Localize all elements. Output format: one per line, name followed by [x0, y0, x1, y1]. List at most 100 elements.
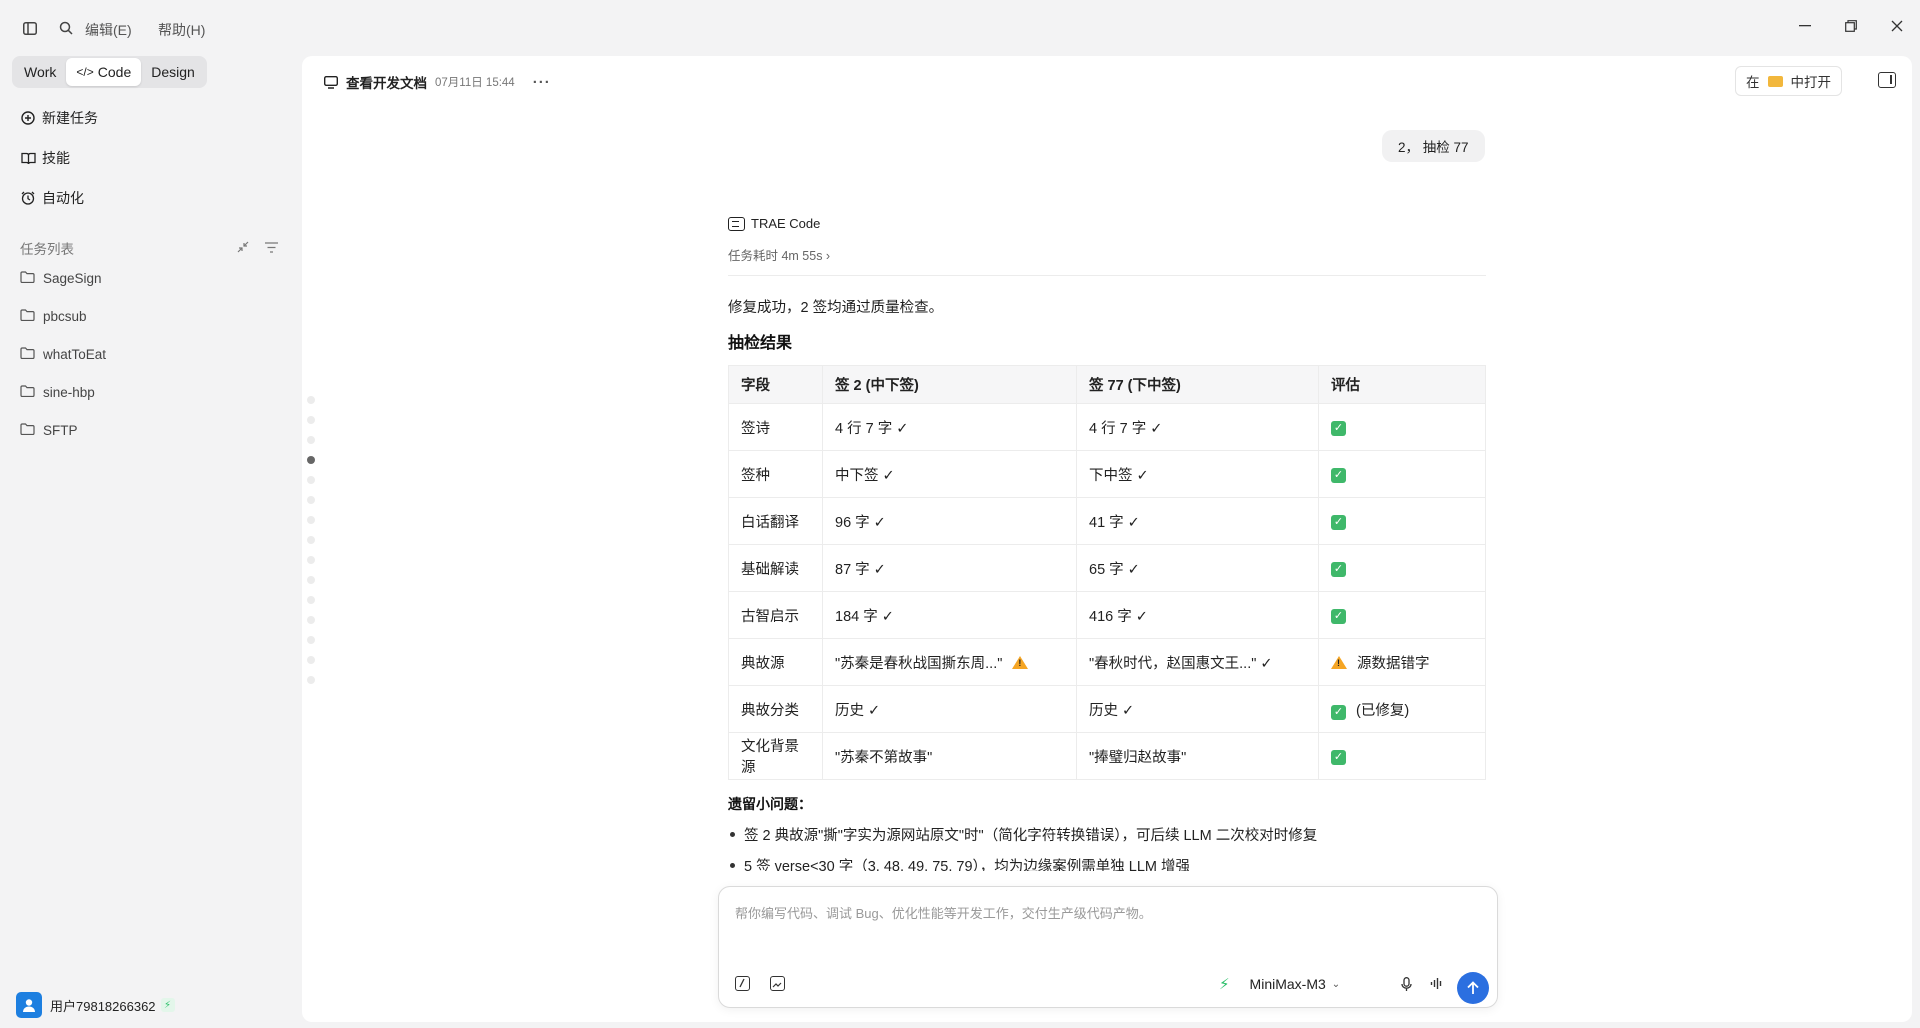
conversation-date: 07月11日 15:44 — [435, 77, 515, 89]
folder-icon — [20, 347, 35, 362]
task-duration[interactable]: 任务耗时 4m 55s › — [728, 245, 1486, 276]
table-row: 典故分类 历史 ✓ 历史 ✓ ✓ (已修复) — [728, 685, 1486, 733]
folder-icon — [20, 309, 35, 324]
column-header: 签 2 (中下签) — [822, 365, 1077, 404]
search-icon[interactable] — [54, 16, 78, 40]
table-header-row: 字段 签 2 (中下签) 签 77 (下中签) 评估 — [728, 365, 1486, 404]
skills-button[interactable]: 技能 — [20, 148, 70, 168]
check-icon: ✓ — [1331, 608, 1346, 624]
nav-dot[interactable] — [307, 436, 315, 444]
model-selector[interactable]: ⚡ MiniMax-M3 ⌄ — [1219, 975, 1340, 993]
issues-title: 遗留小问题： — [728, 796, 812, 812]
table-row: 典故源 "苏秦是春秋战国撕东周..." "春秋时代，赵国惠文王..." ✓ 源数… — [728, 638, 1486, 686]
side-panel-toggle-icon[interactable] — [1878, 72, 1896, 88]
folder-item[interactable]: pbcsub — [20, 309, 87, 324]
new-task-label: 新建任务 — [42, 110, 98, 126]
nav-dot[interactable] — [307, 676, 315, 684]
results-table: 字段 签 2 (中下签) 签 77 (下中签) 评估 签诗 4 行 7 字 ✓ … — [728, 365, 1486, 780]
agent-message: TRAE Code 任务耗时 4m 55s › 修复成功，2 签均通过质量检查。… — [728, 216, 1486, 871]
title-bar: 编辑(E) 帮助(H) — [0, 0, 1920, 56]
folder-item[interactable]: whatToEat — [20, 347, 106, 362]
task-list-label: 任务列表 — [20, 242, 74, 257]
nav-dot[interactable] — [307, 416, 315, 424]
model-name: MiniMax-M3 — [1249, 976, 1326, 992]
nav-dot[interactable] — [307, 616, 315, 624]
close-icon[interactable] — [1883, 14, 1911, 38]
cell-sign-2: 4 行 7 字 ✓ — [822, 403, 1077, 451]
folder-item[interactable]: SageSign — [20, 271, 102, 286]
filter-icon[interactable] — [265, 240, 278, 258]
cell-sign-2-text: "苏秦是春秋战国撕东周..." — [835, 655, 1003, 672]
table-row: 白话翻译 96 字 ✓ 41 字 ✓ ✓ — [728, 497, 1486, 545]
folder-label: SFTP — [43, 423, 78, 438]
folder-icon — [20, 385, 35, 400]
restore-icon[interactable] — [1837, 14, 1865, 38]
nav-dot[interactable] — [307, 496, 315, 504]
cell-eval: ✓ — [1318, 497, 1486, 545]
voice-wave-icon[interactable] — [1430, 977, 1443, 993]
cell-field: 白话翻译 — [728, 497, 823, 545]
folder-item[interactable]: SFTP — [20, 423, 78, 438]
nav-dot-active[interactable] — [307, 456, 315, 464]
nav-dot[interactable] — [307, 596, 315, 604]
nav-dot[interactable] — [307, 476, 315, 484]
more-icon[interactable]: ··· — [533, 74, 551, 91]
check-icon: ✓ — [1331, 704, 1346, 720]
skills-label: 技能 — [42, 150, 70, 166]
avatar — [16, 992, 42, 1018]
cell-sign-77: "捧璧归赵故事" — [1076, 732, 1319, 780]
minimize-icon[interactable] — [1791, 14, 1819, 38]
collapse-icon[interactable] — [237, 240, 249, 258]
conversation-header: 查看开发文档 07月11日 15:44 ··· — [324, 72, 551, 92]
image-attach-icon[interactable] — [770, 976, 785, 991]
eval-text: (已修复) — [1356, 702, 1410, 719]
check-icon: ✓ — [1331, 420, 1346, 436]
cell-eval: 源数据错字 — [1318, 638, 1486, 686]
sidebar-toggle-icon[interactable] — [18, 16, 42, 40]
nav-dot[interactable] — [307, 396, 315, 404]
user-profile[interactable]: 用户79818266362 ⚡ — [16, 992, 175, 1018]
tab-code[interactable]: </> Code — [66, 58, 142, 86]
folder-icon — [1767, 75, 1783, 87]
chevron-down-icon: ⌄ — [1331, 978, 1341, 990]
table-row: 签种 中下签 ✓ 下中签 ✓ ✓ — [728, 450, 1486, 498]
code-icon: </> — [76, 65, 94, 79]
tab-design[interactable]: Design — [141, 58, 205, 86]
cell-field: 基础解读 — [728, 544, 823, 592]
cell-sign-77: 下中签 ✓ — [1076, 450, 1319, 498]
cell-field: 古智启示 — [728, 591, 823, 639]
cell-eval: ✓ — [1318, 591, 1486, 639]
nav-dot[interactable] — [307, 576, 315, 584]
user-message: 2， 抽检 77 — [1382, 130, 1485, 162]
new-task-button[interactable]: 新建任务 — [20, 108, 98, 128]
column-header: 字段 — [728, 365, 823, 404]
list-item: 签 2 典故源"撕"字实为源网站原文"时"（简化字符转换错误），可后续 LLM … — [728, 824, 1486, 845]
folder-item[interactable]: sine-hbp — [20, 385, 95, 400]
lightning-icon[interactable]: ⚡ — [1219, 975, 1230, 993]
automation-button[interactable]: 自动化 — [20, 188, 84, 208]
message-composer[interactable]: 帮你编写代码、调试 Bug、优化性能等开发工作，交付生产级代码产物。 ⚡ Min… — [718, 886, 1498, 1008]
tab-work[interactable]: Work — [14, 58, 66, 86]
check-icon: ✓ — [1331, 749, 1346, 765]
send-button[interactable] — [1457, 972, 1489, 1004]
plus-circle-icon — [20, 110, 36, 126]
microphone-icon[interactable] — [1401, 977, 1412, 995]
user-name: 用户79818266362 — [50, 998, 156, 1014]
main-panel: 查看开发文档 07月11日 15:44 ··· 在 中打开 2， 抽检 77 T… — [302, 56, 1912, 1022]
cell-sign-77: 65 字 ✓ — [1076, 544, 1319, 592]
nav-dot[interactable] — [307, 516, 315, 524]
nav-dot[interactable] — [307, 556, 315, 564]
cell-sign-77: 4 行 7 字 ✓ — [1076, 403, 1319, 451]
cell-sign-77: "春秋时代，赵国惠文王..." ✓ — [1076, 638, 1319, 686]
menu-help[interactable]: 帮助(H) — [158, 20, 205, 40]
nav-dot[interactable] — [307, 656, 315, 664]
slash-command-icon[interactable] — [735, 976, 750, 991]
nav-dot[interactable] — [307, 536, 315, 544]
menu-edit[interactable]: 编辑(E) — [85, 20, 132, 40]
nav-dot[interactable] — [307, 636, 315, 644]
cell-field: 典故分类 — [728, 685, 823, 733]
open-in-folder-button[interactable]: 在 中打开 — [1735, 66, 1842, 96]
composer-placeholder[interactable]: 帮你编写代码、调试 Bug、优化性能等开发工作，交付生产级代码产物。 — [735, 903, 1152, 922]
page-title: 查看开发文档 — [346, 76, 427, 91]
cell-sign-2: 96 字 ✓ — [822, 497, 1077, 545]
